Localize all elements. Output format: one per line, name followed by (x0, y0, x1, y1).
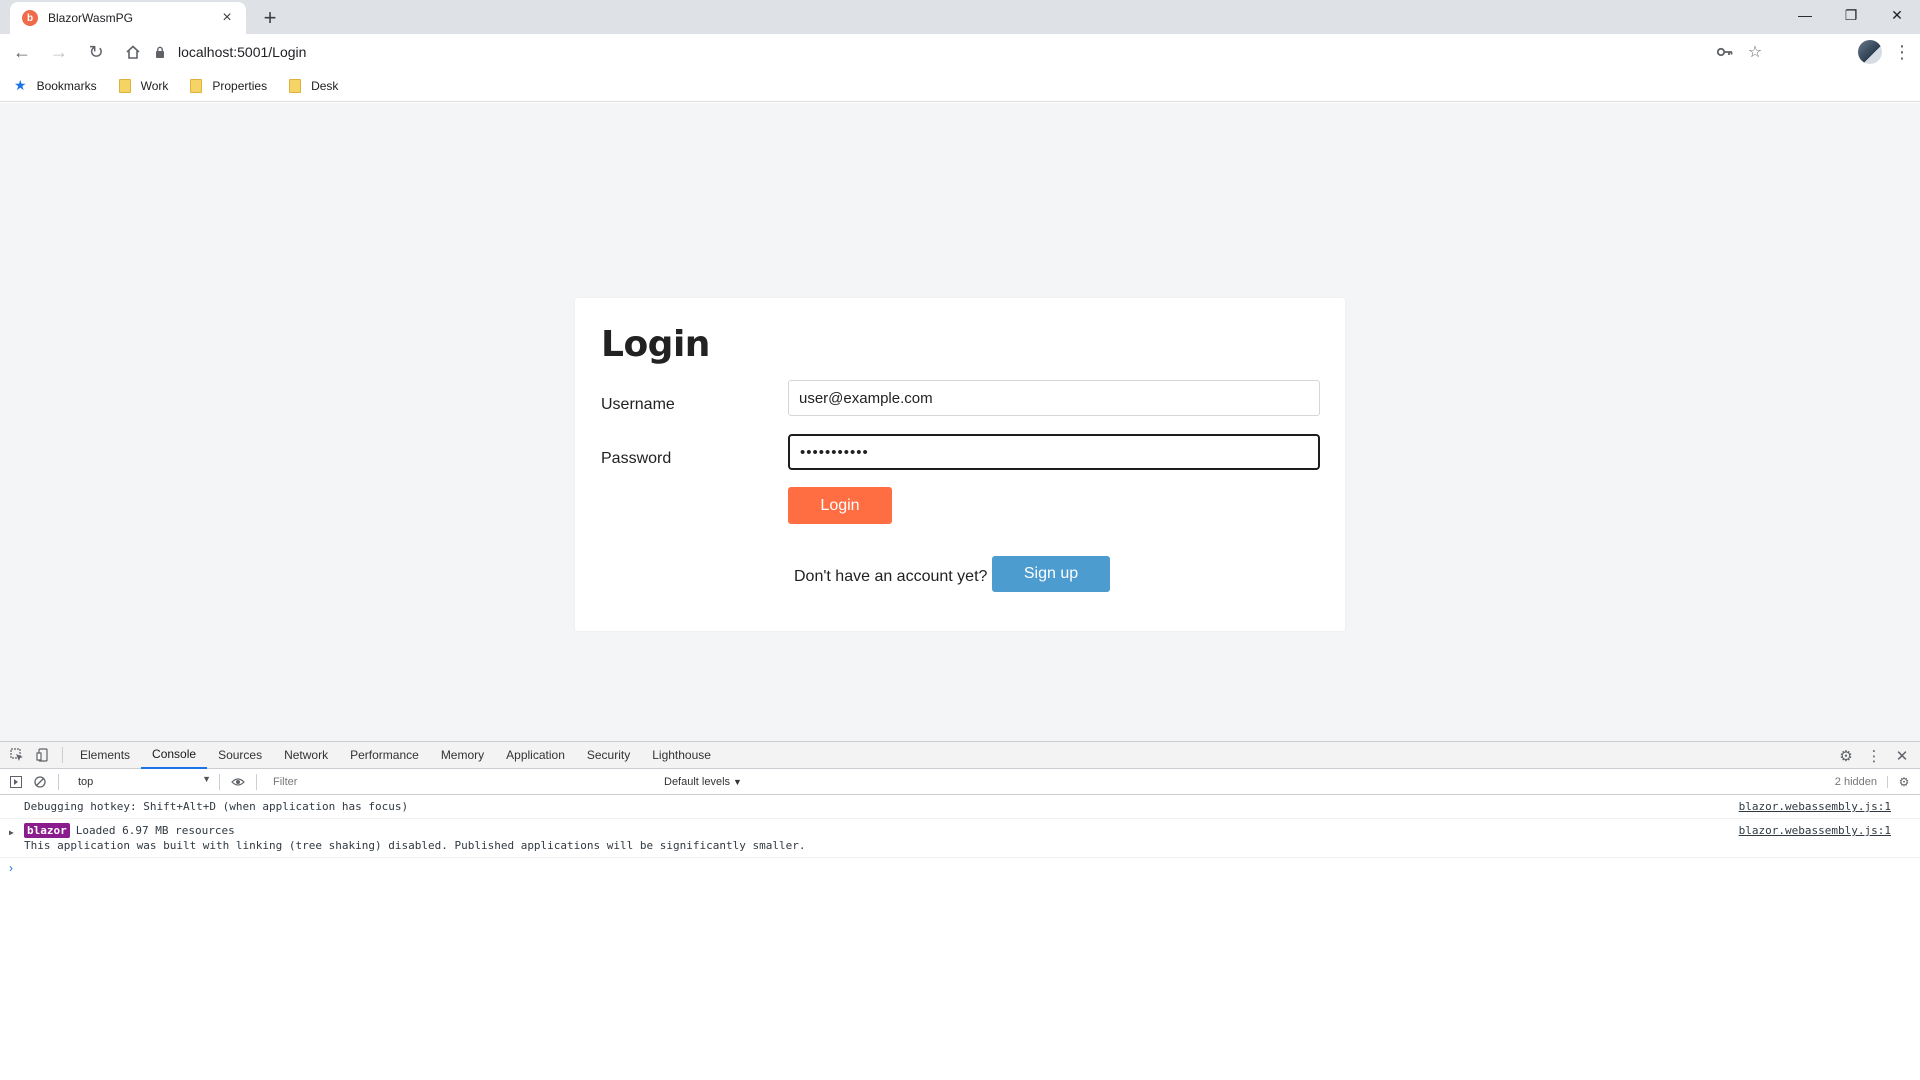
address-bar[interactable]: localhost:5001/Login ☆ (140, 37, 1770, 67)
bookmark-properties[interactable]: Properties (190, 78, 268, 93)
toolbar-divider (256, 773, 257, 790)
console-toolbar: top ▼ Default levels ▼ 2 hidden ⚙ (0, 769, 1920, 795)
gear-icon[interactable]: ⚙ (1832, 743, 1860, 769)
message-detail: This application was built with linking … (24, 839, 806, 852)
tab-application[interactable]: Application (495, 742, 576, 769)
toolbar-divider (219, 773, 220, 790)
context-selector[interactable]: top ▼ (73, 772, 213, 792)
eye-icon[interactable] (226, 770, 250, 794)
console-messages: Debugging hotkey: Shift+Alt+D (when appl… (0, 795, 1920, 878)
toolbar-divider (62, 747, 63, 763)
restore-icon[interactable]: ❐ (1828, 0, 1874, 30)
profile-avatar[interactable] (1858, 40, 1882, 64)
password-input[interactable] (788, 434, 1320, 470)
minimize-icon[interactable]: — (1782, 0, 1828, 30)
browser-toolbar: ← → ↻ localhost:5001/Login ☆ (0, 34, 1920, 70)
console-prompt[interactable]: › (0, 858, 1920, 878)
tab-sources[interactable]: Sources (207, 742, 273, 769)
tab-memory[interactable]: Memory (430, 742, 495, 769)
devtools-actions: ⚙ ⋮ ✕ (1832, 742, 1916, 769)
message-text: Loaded 6.97 MB resources (75, 824, 235, 837)
devtools-tabbar: Elements Console Sources Network Perform… (0, 742, 1920, 769)
dropdown-arrow-icon: ▼ (733, 776, 742, 787)
folder-icon (289, 78, 302, 93)
folder-icon (118, 78, 131, 93)
password-label: Password (601, 450, 672, 467)
toolbar-divider (58, 773, 59, 790)
blazor-favicon-icon: b (22, 10, 38, 26)
reload-icon[interactable]: ↻ (80, 36, 112, 68)
more-options-icon[interactable]: ⋮ (1860, 743, 1888, 769)
signup-button[interactable]: Sign up (992, 556, 1110, 592)
bookmark-work[interactable]: Work (118, 78, 169, 93)
username-input[interactable] (788, 380, 1320, 416)
signup-prompt: Don't have an account yet? (794, 568, 988, 585)
expand-triangle-icon[interactable]: ▶ (9, 825, 14, 840)
show-sidebar-icon[interactable] (4, 770, 28, 794)
forward-arrow-icon[interactable]: → (43, 36, 75, 68)
message-text: Debugging hotkey: Shift+Alt+D (when appl… (24, 800, 409, 813)
device-toolbar-icon[interactable] (30, 742, 56, 768)
clear-console-icon[interactable] (28, 770, 52, 794)
close-tab-icon[interactable]: × (218, 9, 236, 27)
tab-security[interactable]: Security (576, 742, 641, 769)
tab-performance[interactable]: Performance (339, 742, 430, 769)
new-tab-icon[interactable]: + (258, 5, 282, 30)
devtools-panel: Elements Console Sources Network Perform… (0, 741, 1920, 1080)
hidden-count: 2 hidden (1835, 776, 1888, 788)
lock-icon[interactable] (154, 45, 166, 59)
console-filter-input[interactable] (267, 771, 655, 792)
blazor-badge: blazor (24, 823, 70, 838)
close-devtools-icon[interactable]: ✕ (1888, 743, 1916, 769)
folder-icon (190, 78, 203, 93)
browser-tab[interactable]: b BlazorWasmPG × (10, 2, 246, 34)
message-source-link[interactable]: blazor.webassembly.js:1 (1739, 823, 1891, 838)
tab-lighthouse[interactable]: Lighthouse (641, 742, 722, 769)
address-bar-actions: ☆ (1710, 37, 1770, 67)
log-levels-label: Default levels (664, 775, 731, 788)
tab-strip: b BlazorWasmPG × + — ❐ ✕ (0, 0, 1920, 34)
bookmark-label: Work (140, 78, 169, 93)
bookmark-label: Properties (212, 78, 268, 93)
window-controls: — ❐ ✕ (1782, 0, 1920, 30)
bookmark-label: Bookmarks (36, 78, 97, 93)
bookmark-desk[interactable]: Desk (289, 78, 339, 93)
star-icon: ★ (14, 77, 27, 93)
login-button[interactable]: Login (788, 487, 892, 524)
console-settings-gear-icon[interactable]: ⚙ (1892, 770, 1916, 794)
message-source-link[interactable]: blazor.webassembly.js:1 (1739, 799, 1891, 814)
inspect-element-icon[interactable] (4, 742, 30, 768)
back-arrow-icon[interactable]: ← (6, 36, 38, 68)
dropdown-arrow-icon: ▼ (202, 773, 211, 784)
tab-network[interactable]: Network (273, 742, 339, 769)
console-toolbar-right: 2 hidden ⚙ (1835, 769, 1916, 795)
close-window-icon[interactable]: ✕ (1874, 0, 1920, 30)
bookmark-label: Desk (311, 78, 339, 93)
log-levels-dropdown[interactable]: Default levels ▼ (664, 776, 742, 788)
browser-menu-icon[interactable]: ⋮ (1890, 37, 1914, 67)
url-text: localhost:5001/Login (178, 44, 307, 60)
bookmarks-bar: ★ Bookmarks Work Properties Desk (0, 70, 1920, 102)
tab-console[interactable]: Console (141, 742, 208, 769)
console-message: Debugging hotkey: Shift+Alt+D (when appl… (0, 795, 1920, 819)
context-value: top (78, 775, 94, 788)
key-icon[interactable] (1710, 37, 1740, 67)
browser-window: b BlazorWasmPG × + — ❐ ✕ ← → ↻ localhost… (0, 0, 1920, 1080)
username-label: Username (601, 396, 675, 413)
login-card: Login Username Password Login Don't have… (575, 298, 1345, 631)
console-message: ▶ blazor Loaded 6.97 MB resources This ap… (0, 819, 1920, 858)
page-title: Login (601, 324, 710, 365)
prompt-chevron-icon: › (9, 861, 13, 875)
bookmark-bookmarks[interactable]: ★ Bookmarks (14, 77, 97, 94)
tab-title: BlazorWasmPG (48, 11, 133, 25)
page-viewport: Login Username Password Login Don't have… (0, 103, 1920, 741)
tab-elements[interactable]: Elements (69, 742, 141, 769)
bookmark-star-icon[interactable]: ☆ (1740, 37, 1770, 67)
